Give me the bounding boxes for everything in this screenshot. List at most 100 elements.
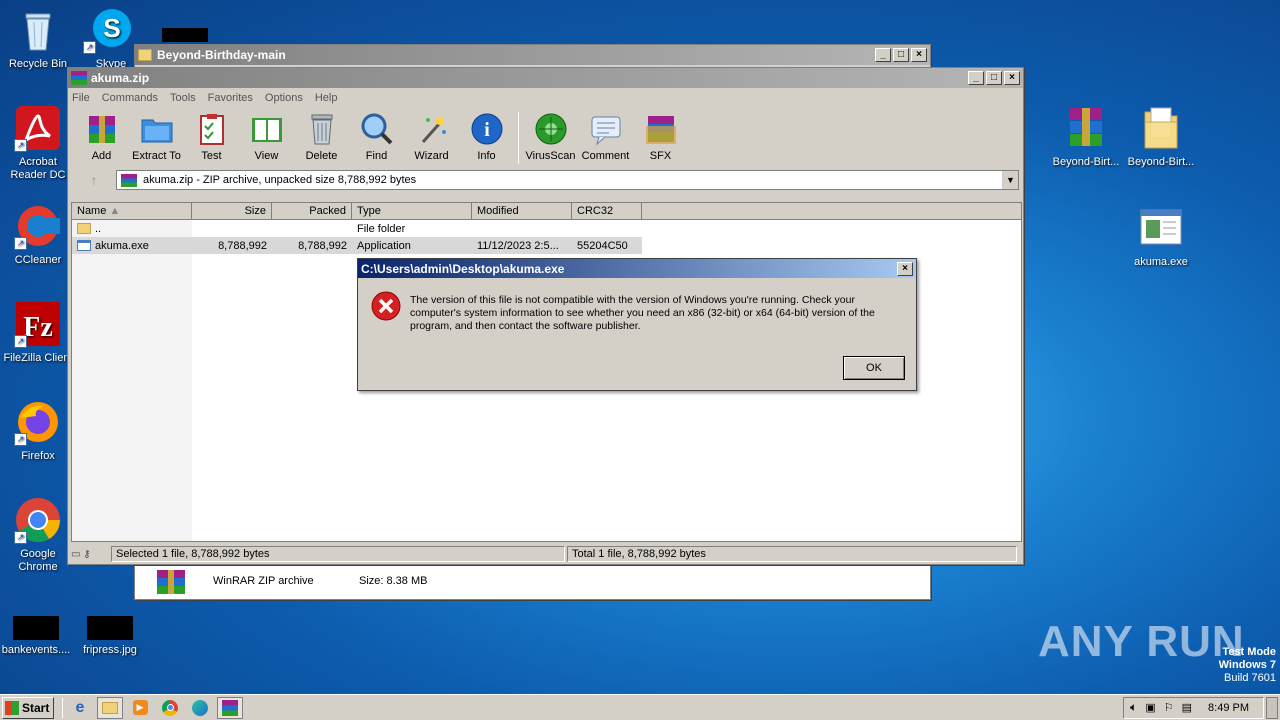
winrar-archive-icon	[1062, 104, 1110, 152]
dropdown-arrow-icon[interactable]: ▼	[1002, 171, 1018, 189]
virus-scan-icon	[534, 112, 568, 146]
shortcut-arrow-icon: ↗	[83, 41, 96, 54]
toolbar-comment-button[interactable]: Comment	[578, 112, 633, 162]
desktop-icon-chrome[interactable]: ↗ Google Chrome	[0, 496, 76, 574]
dialog-titlebar[interactable]: C:\Users\admin\Desktop\akuma.exe ×	[358, 259, 916, 278]
minimize-button[interactable]: _	[968, 71, 984, 85]
column-packed[interactable]: Packed	[272, 203, 352, 219]
menu-file[interactable]: File	[72, 92, 90, 104]
desktop-icon-ccleaner[interactable]: ↗ CCleaner	[0, 202, 76, 267]
toolbar-info-button[interactable]: i Info	[459, 112, 514, 162]
up-arrow-icon[interactable]: ↑	[72, 172, 116, 188]
drive-icon: ▭ ⚷	[71, 548, 91, 560]
error-icon	[370, 290, 402, 322]
show-desktop-button[interactable]	[1266, 696, 1278, 719]
taskbar: Start e ▶ 🔈︎ ▣ ⚐ ▤ 8:49 PM	[0, 694, 1280, 720]
wand-icon	[415, 112, 449, 146]
archive-icon	[121, 173, 137, 187]
taskbar-ie-button[interactable]: e	[67, 697, 93, 719]
recycle-bin-icon	[14, 6, 62, 54]
ok-button[interactable]: OK	[843, 356, 905, 380]
menu-options[interactable]: Options	[265, 92, 303, 104]
sfx-box-icon	[644, 112, 678, 146]
folder-icon	[138, 49, 152, 61]
redacted-icon	[162, 28, 208, 42]
column-size[interactable]: Size	[192, 203, 272, 219]
taskbar-explorer-button[interactable]	[97, 696, 123, 719]
desktop-icon-bankevents[interactable]: bankevents....	[0, 608, 74, 657]
desktop-icon-recycle-bin[interactable]: Recycle Bin	[0, 6, 76, 71]
window-titlebar[interactable]: akuma.zip _ □ ×	[68, 68, 1023, 88]
skype-icon: S ↗	[83, 6, 135, 54]
close-button[interactable]: ×	[911, 48, 927, 62]
table-row-selected[interactable]: akuma.exe 8,788,992 8,788,992 Applicatio…	[72, 237, 642, 254]
svg-text:Fz: Fz	[23, 312, 53, 343]
menu-help[interactable]: Help	[315, 92, 338, 104]
toolbar-sfx-button[interactable]: SFX	[633, 112, 688, 162]
desktop-icon-acrobat[interactable]: ↗ Acrobat Reader DC	[0, 104, 76, 182]
menu-favorites[interactable]: Favorites	[208, 92, 253, 104]
clock[interactable]: 8:49 PM	[1208, 702, 1249, 714]
application-icon	[1137, 204, 1185, 252]
column-name[interactable]: Name ▲	[72, 203, 192, 219]
network-icon[interactable]: ▣	[1145, 701, 1155, 714]
taskbar-edge-button[interactable]	[187, 697, 213, 719]
window-title: akuma.zip	[91, 71, 150, 85]
shortcut-arrow-icon: ↗	[14, 139, 27, 152]
taskbar-winrar-button[interactable]	[217, 696, 243, 719]
toolbar-find-button[interactable]: Find	[349, 112, 404, 162]
toolbar-virusscan-button[interactable]: VirusScan	[523, 112, 578, 162]
status-selected: Selected 1 file, 8,788,992 bytes	[111, 546, 565, 562]
toolbar: Add Extract To Test View Delete Find Wiz…	[68, 108, 1023, 168]
close-button[interactable]: ×	[1004, 71, 1020, 85]
menu-tools[interactable]: Tools	[170, 92, 196, 104]
toolbar-view-button[interactable]: View	[239, 112, 294, 162]
column-type[interactable]: Type	[352, 203, 472, 219]
edge-icon	[192, 699, 208, 716]
toolbar-extract-button[interactable]: Extract To	[129, 112, 184, 162]
toolbar-test-button[interactable]: Test	[184, 112, 239, 162]
taskbar-mediaplayer-button[interactable]: ▶	[127, 697, 153, 719]
toolbar-add-button[interactable]: Add	[74, 112, 129, 162]
address-field[interactable]: akuma.zip - ZIP archive, unpacked size 8…	[116, 170, 1019, 190]
start-button[interactable]: Start	[2, 696, 54, 719]
name-column-shade	[72, 220, 192, 541]
filezilla-icon: Fz ↗	[14, 300, 62, 348]
action-center-flag-icon[interactable]: ⚐	[1164, 701, 1174, 714]
internet-explorer-icon: e	[75, 698, 85, 716]
application-icon	[77, 240, 91, 251]
desktop-icon-label: CCleaner	[14, 254, 62, 266]
toolbar-wizard-button[interactable]: Wizard	[404, 112, 459, 162]
desktop-icon-label: Acrobat Reader DC	[10, 156, 66, 181]
chrome-icon	[162, 699, 178, 716]
desktop-icon-filezilla[interactable]: Fz ↗ FileZilla Client	[0, 300, 76, 365]
acrobat-icon: ↗	[14, 104, 62, 152]
desktop-icon-beyond-birthday-folder[interactable]: Beyond-Birt...	[1123, 104, 1199, 169]
dialog-close-button[interactable]: ×	[897, 261, 913, 276]
column-crc32[interactable]: CRC32	[572, 203, 642, 219]
maximize-button[interactable]: □	[893, 48, 909, 62]
maximize-button[interactable]: □	[986, 71, 1002, 85]
minimize-button[interactable]: _	[875, 48, 891, 62]
extract-folder-icon	[140, 112, 174, 146]
tray-app-icon[interactable]: ▤	[1182, 701, 1192, 714]
dialog-message: The version of this file is not compatib…	[410, 294, 875, 332]
error-dialog[interactable]: C:\Users\admin\Desktop\akuma.exe × The v…	[357, 258, 917, 391]
table-row[interactable]: .. File folder	[72, 220, 1021, 237]
desktop-icon-akuma-exe[interactable]: akuma.exe	[1123, 204, 1199, 269]
toolbar-delete-button[interactable]: Delete	[294, 112, 349, 162]
folder-icon	[1137, 104, 1185, 152]
menu-commands[interactable]: Commands	[102, 92, 158, 104]
file-list-header: Name ▲ Size Packed Type Modified CRC32	[72, 203, 1021, 220]
desktop-icon-beyond-birthday-zip[interactable]: Beyond-Birt...	[1048, 104, 1124, 169]
window-titlebar[interactable]: Beyond-Birthday-main _ □ ×	[135, 45, 930, 65]
desktop-icon-firefox[interactable]: ↗ Firefox	[0, 398, 76, 463]
desktop-icon-fripress[interactable]: fripress.jpg	[72, 608, 148, 657]
ccleaner-icon: ↗	[14, 202, 62, 250]
column-modified[interactable]: Modified	[472, 203, 572, 219]
add-archive-icon	[85, 112, 119, 146]
details-file-size: Size: 8.38 MB	[359, 575, 428, 587]
windows-logo-icon	[5, 700, 19, 715]
taskbar-chrome-button[interactable]	[157, 697, 183, 719]
speaker-icon[interactable]: 🔈︎	[1130, 700, 1137, 715]
